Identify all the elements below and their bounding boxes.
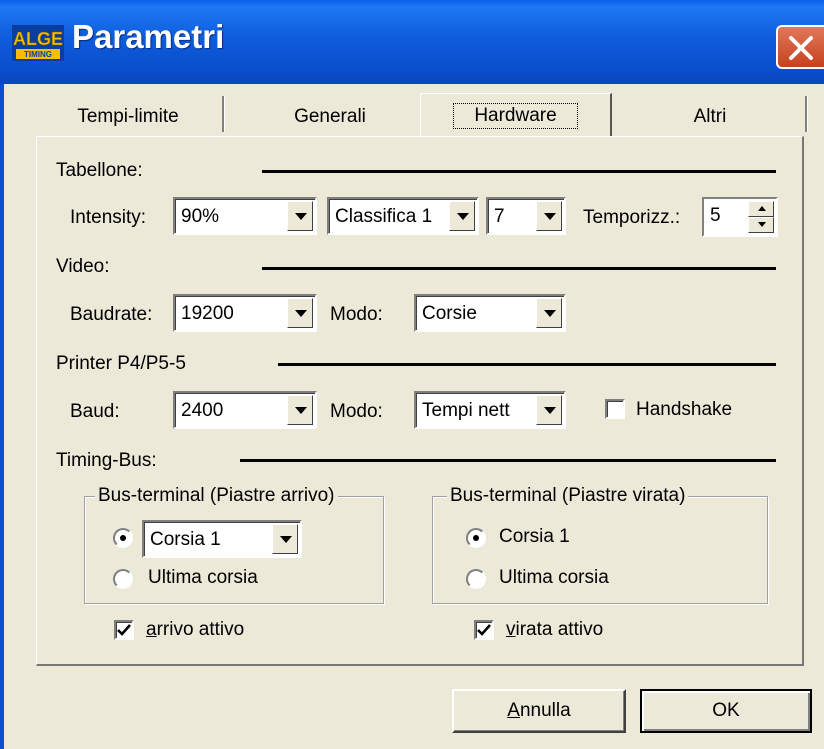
video-modo-label: Modo: xyxy=(330,304,383,325)
virata-attivo-label[interactable]: virata attivo xyxy=(506,619,603,641)
chevron-down-icon[interactable] xyxy=(287,298,313,328)
checkmark-icon xyxy=(477,624,491,636)
intensity-label: Intensity: xyxy=(70,207,147,228)
chevron-down-icon[interactable] xyxy=(287,395,313,425)
video-baudrate-combo[interactable]: 19200 xyxy=(173,294,317,332)
tabellone-section-label: Tabellone: xyxy=(56,160,143,181)
tab-generali[interactable]: Generali xyxy=(240,95,420,139)
tabellone-mode-combo[interactable]: Classifica 1 xyxy=(327,197,479,235)
temporizz-value: 5 xyxy=(710,205,721,226)
virata-radio-ultima-corsia[interactable] xyxy=(466,569,486,589)
chevron-down-icon[interactable] xyxy=(287,201,313,231)
tab-separator xyxy=(805,96,808,132)
arrivo-attivo-text: rrivo attivo xyxy=(156,619,245,640)
chevron-down-icon[interactable] xyxy=(272,524,298,554)
timing-bus-divider xyxy=(240,459,776,462)
intensity-combo[interactable]: 90% xyxy=(173,197,317,235)
arrivo-attivo-checkbox[interactable] xyxy=(114,620,134,640)
arrivo-attivo-accesskey: a xyxy=(146,619,157,640)
virata-attivo-checkbox[interactable] xyxy=(474,620,494,640)
video-modo-combo[interactable]: Corsie xyxy=(414,294,566,332)
baudrate-label: Baudrate: xyxy=(70,304,153,325)
spin-down-icon[interactable] xyxy=(748,217,774,233)
tab-label: Altri xyxy=(693,106,727,127)
cancel-label: nnulla xyxy=(519,700,571,721)
tab-label: Generali xyxy=(294,106,366,127)
tab-altri[interactable]: Altri xyxy=(620,95,800,139)
logo-text-top: ALGE xyxy=(13,29,63,49)
video-baudrate-value: 19200 xyxy=(181,303,234,324)
tab-label: Hardware xyxy=(453,102,578,129)
printer-divider xyxy=(278,363,776,366)
ok-button[interactable]: OK xyxy=(640,689,812,733)
tab-separator xyxy=(222,96,225,132)
cancel-accesskey: A xyxy=(507,700,520,721)
temporizz-label: Temporizz.: xyxy=(583,207,681,228)
chevron-down-icon[interactable] xyxy=(536,395,562,425)
virata-attivo-text: irata attivo xyxy=(515,619,604,640)
chevron-down-icon[interactable] xyxy=(536,201,562,231)
arrivo-attivo-label[interactable]: arrivo attivo xyxy=(146,619,244,641)
arrivo-ultima-corsia-label[interactable]: Ultima corsia xyxy=(148,567,258,589)
tab-hardware[interactable]: Hardware xyxy=(420,93,612,137)
chevron-down-icon[interactable] xyxy=(449,201,475,231)
printer-section-label: Printer P4/P5-5 xyxy=(56,353,186,374)
printer-baud-value: 2400 xyxy=(181,400,224,421)
logo-text-bottom: TIMING xyxy=(24,50,52,59)
window-title: Parametri xyxy=(72,18,225,55)
algetiming-logo: ALGE TIMING xyxy=(12,25,64,61)
tabellone-divider xyxy=(262,170,776,173)
close-icon xyxy=(789,36,813,60)
arrivo-corsia-value: Corsia 1 xyxy=(150,529,221,550)
tabellone-mode-value: Classifica 1 xyxy=(335,206,433,227)
window-frame-left xyxy=(0,84,4,749)
ok-label: OK xyxy=(712,700,740,721)
cancel-button[interactable]: Annulla xyxy=(452,689,626,733)
printer-modo-combo[interactable]: Tempi nett xyxy=(414,391,566,429)
arrivo-corsia-combo[interactable]: Corsia 1 xyxy=(142,520,302,558)
virata-ultima-corsia-label[interactable]: Ultima corsia xyxy=(499,567,609,589)
timing-bus-section-label: Timing-Bus: xyxy=(56,450,157,471)
arrivo-group-title: Bus-terminal (Piastre arrivo) xyxy=(95,485,338,507)
tab-label: Tempi-limite xyxy=(77,106,179,127)
virata-attivo-accesskey: v xyxy=(506,619,516,640)
arrivo-radio-corsia1[interactable] xyxy=(113,528,133,548)
tabellone-number-value: 7 xyxy=(494,206,505,227)
printer-modo-value: Tempi nett xyxy=(422,400,510,421)
virata-corsia1-label[interactable]: Corsia 1 xyxy=(499,526,570,548)
virata-radio-corsia1[interactable] xyxy=(466,528,486,548)
arrivo-radio-ultima-corsia[interactable] xyxy=(113,569,133,589)
chevron-down-icon[interactable] xyxy=(536,298,562,328)
handshake-label[interactable]: Handshake xyxy=(636,399,732,421)
temporizz-spinner[interactable]: 5 xyxy=(702,197,778,237)
video-section-label: Video: xyxy=(56,256,110,277)
handshake-checkbox[interactable] xyxy=(605,399,625,419)
printer-baud-combo[interactable]: 2400 xyxy=(173,391,317,429)
checkmark-icon xyxy=(117,624,131,636)
tab-tempi-limite[interactable]: Tempi-limite xyxy=(46,95,210,139)
tabellone-number-combo[interactable]: 7 xyxy=(486,197,566,235)
printer-modo-label: Modo: xyxy=(330,401,383,422)
video-modo-value: Corsie xyxy=(422,303,477,324)
video-divider xyxy=(262,267,776,270)
intensity-value: 90% xyxy=(181,206,220,227)
baud-label: Baud: xyxy=(70,401,120,422)
virata-group-title: Bus-terminal (Piastre virata) xyxy=(447,485,689,507)
close-button[interactable] xyxy=(776,25,824,69)
spin-up-icon[interactable] xyxy=(748,201,774,217)
